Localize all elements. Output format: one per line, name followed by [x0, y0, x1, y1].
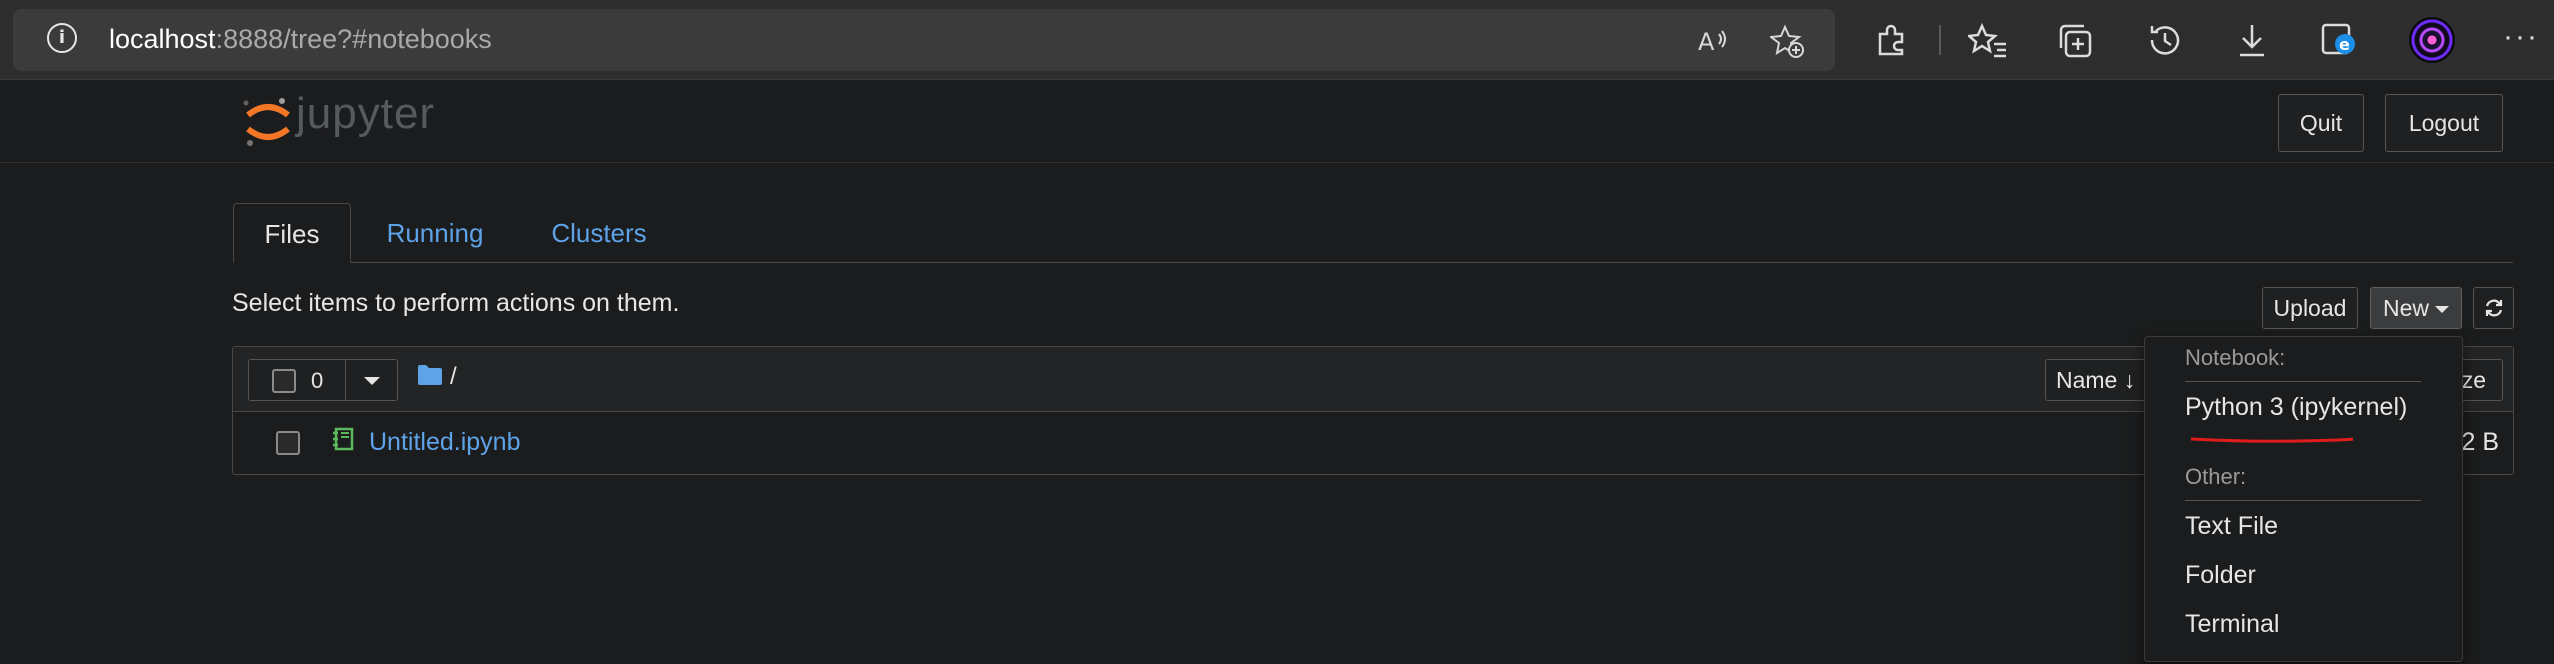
notebook-section-header: Notebook: — [2185, 345, 2286, 370]
browser-toolbar: i localhost:8888/tree?#notebooks A e ··· — [0, 0, 2554, 80]
jupyter-logo-text[interactable]: jupyter — [296, 89, 435, 139]
read-aloud-icon[interactable]: A — [1696, 24, 1730, 58]
profile-avatar[interactable] — [2409, 17, 2455, 63]
tab-files[interactable]: Files — [233, 203, 351, 263]
folder-icon[interactable] — [417, 364, 443, 386]
refresh-button[interactable] — [2473, 287, 2514, 329]
menu-item-folder[interactable]: Folder — [2185, 561, 2256, 590]
file-name-link[interactable]: Untitled.ipynb — [369, 428, 520, 457]
select-all-checkbox[interactable] — [272, 369, 296, 393]
file-size: 2 B — [2461, 428, 2499, 456]
jupyter-logo-icon[interactable] — [238, 91, 298, 151]
chevron-down-icon — [2435, 306, 2449, 314]
more-options-icon[interactable]: ··· — [2503, 20, 2539, 54]
select-all-group[interactable]: 0 — [248, 359, 398, 401]
tab-running[interactable]: Running — [370, 203, 500, 263]
select-menu-chevron-icon[interactable] — [364, 377, 380, 385]
menu-divider — [2185, 500, 2421, 501]
refresh-icon — [2485, 299, 2502, 317]
jupyter-header: jupyter Quit Logout — [0, 81, 2554, 163]
selected-count: 0 — [311, 368, 324, 393]
menu-item-python3-kernel[interactable]: Python 3 (ipykernel) — [2185, 393, 2407, 422]
edge-e-icon[interactable]: e — [2320, 20, 2360, 60]
menu-item-text-file[interactable]: Text File — [2185, 512, 2278, 541]
menu-item-terminal[interactable]: Terminal — [2185, 610, 2279, 639]
arrow-down-icon: ↓ — [2123, 367, 2136, 393]
toolbar-separator — [1939, 25, 1941, 55]
menu-divider — [2185, 381, 2421, 382]
history-icon[interactable] — [2144, 20, 2184, 60]
logout-button[interactable]: Logout — [2385, 94, 2503, 152]
other-section-header: Other: — [2185, 464, 2247, 489]
info-icon[interactable]: i — [47, 23, 77, 53]
favorites-icon[interactable] — [1968, 20, 2008, 60]
tab-underline — [233, 262, 2513, 263]
instructions-text: Select items to perform actions on them. — [232, 289, 680, 317]
add-favorite-icon[interactable] — [1770, 24, 1804, 58]
new-button[interactable]: New — [2370, 287, 2462, 329]
tab-clusters[interactable]: Clusters — [535, 203, 663, 263]
svg-text:e: e — [2339, 35, 2350, 54]
quit-button[interactable]: Quit — [2278, 94, 2364, 152]
downloads-icon[interactable] — [2232, 20, 2272, 60]
new-dropdown-menu: Notebook: Python 3 (ipykernel) Other: Te… — [2144, 336, 2463, 662]
red-underline-annotation — [2190, 437, 2354, 443]
url-text[interactable]: localhost:8888/tree?#notebooks — [109, 24, 492, 55]
sort-name-button[interactable]: Name ↓ — [2045, 359, 2155, 401]
select-divider — [345, 360, 346, 400]
address-bar[interactable]: i localhost:8888/tree?#notebooks A — [13, 9, 1835, 71]
new-button-label: New — [2382, 295, 2429, 321]
svg-text:A: A — [1698, 28, 1715, 56]
collections-icon[interactable] — [2056, 20, 2096, 60]
file-checkbox[interactable] — [276, 431, 300, 455]
notebook-icon — [333, 427, 354, 451]
breadcrumb[interactable]: / — [450, 363, 457, 391]
extensions-icon[interactable] — [1872, 20, 1912, 60]
upload-button[interactable]: Upload — [2262, 287, 2358, 329]
sort-name-label: Name — [2056, 367, 2118, 393]
